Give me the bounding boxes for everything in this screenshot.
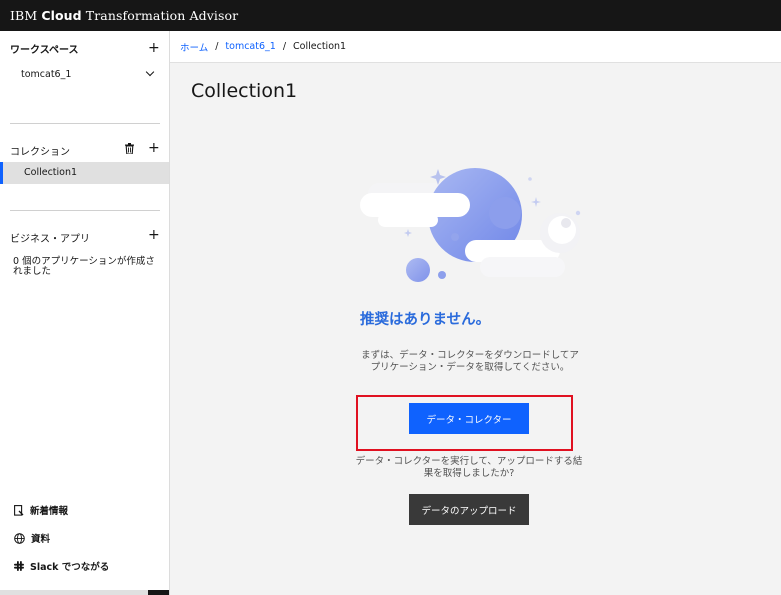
business-apps-empty-text: 0 個のアプリケーションが作成されました	[13, 256, 155, 277]
workspace-item[interactable]: tomcat6_1	[21, 69, 71, 80]
add-collection-icon[interactable]: +	[148, 141, 160, 155]
empty-state-title: 推奨はありません。	[360, 312, 491, 328]
business-apps-heading: ビジネス・アプリ	[10, 234, 90, 245]
brand-suffix: Transformation Advisor	[85, 8, 239, 23]
slack-link[interactable]: Slack でつながる	[14, 559, 109, 573]
breadcrumb-home[interactable]: ホーム	[180, 40, 208, 54]
add-workspace-icon[interactable]: +	[148, 41, 160, 55]
breadcrumb-workspace[interactable]: tomcat6_1	[225, 41, 275, 52]
empty-state-description: まずは、データ・コレクターをダウンロードしてアプリケーション・データを取得してく…	[361, 350, 579, 373]
whats-new-link[interactable]: 新着情報	[14, 503, 68, 517]
app-title[interactable]: IBM Cloud Transformation Advisor	[10, 8, 238, 23]
breadcrumb-current: Collection1	[293, 41, 347, 52]
chevron-down-icon[interactable]	[145, 67, 155, 77]
globe-icon	[14, 532, 25, 544]
resources-link[interactable]: 資料	[14, 531, 50, 545]
sidebar-scrollbar[interactable]	[0, 590, 169, 595]
data-collector-button[interactable]: データ・コレクター	[409, 403, 529, 434]
whats-new-icon	[14, 504, 24, 516]
divider	[10, 123, 160, 124]
upload-description: データ・コレクターを実行して、アップロードする結果を取得しましたか?	[355, 456, 583, 479]
brand-bold: Cloud	[41, 8, 82, 23]
slack-icon	[14, 561, 24, 571]
brand-prefix: IBM	[10, 8, 38, 23]
whats-new-label: 新着情報	[30, 506, 69, 517]
add-business-app-icon[interactable]: +	[148, 228, 160, 242]
breadcrumb-separator: /	[215, 41, 219, 52]
top-bar: IBM Cloud Transformation Advisor	[0, 0, 781, 31]
sidebar-item-collection1[interactable]: Collection1	[0, 162, 169, 184]
sidebar: ワークスペース + tomcat6_1 コレクション + Collection1…	[0, 31, 170, 595]
resources-label: 資料	[31, 534, 51, 545]
workspace-heading: ワークスペース	[10, 45, 79, 56]
page-title: Collection1	[191, 80, 298, 102]
breadcrumb: ホーム / tomcat6_1 / Collection1	[170, 31, 781, 63]
scrollbar-thumb[interactable]	[148, 590, 169, 595]
divider	[10, 210, 160, 211]
collection-heading: コレクション	[10, 147, 70, 158]
breadcrumb-separator: /	[282, 41, 287, 52]
trash-icon[interactable]	[125, 143, 134, 154]
upload-data-button[interactable]: データのアップロード	[409, 494, 529, 525]
empty-state-illustration	[360, 165, 590, 290]
slack-label: Slack でつながる	[30, 562, 110, 573]
